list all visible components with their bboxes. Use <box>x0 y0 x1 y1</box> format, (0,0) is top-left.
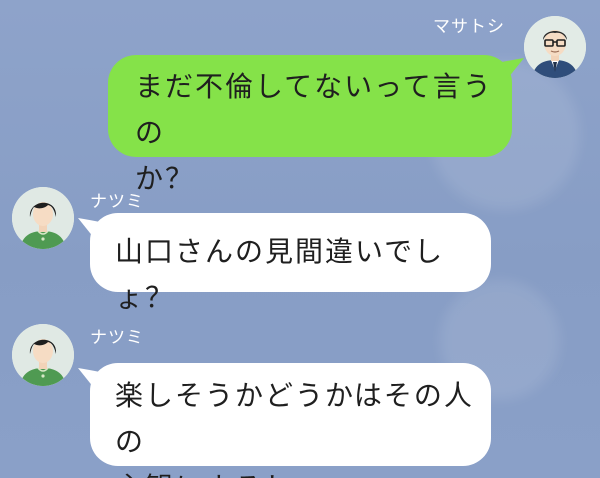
sender-name-masatoshi: マサトシ <box>433 17 505 37</box>
message-bubble-natsumi[interactable]: 山口さんの見間違いでしょ？ <box>90 213 491 314</box>
sender-name-natsumi: ナツミ <box>90 328 144 348</box>
woman-short-hair-avatar-icon <box>12 324 74 386</box>
avatar-masatoshi[interactable] <box>524 16 586 78</box>
message-bubble-natsumi[interactable]: 楽しそうかどうかはその人の 主観によるし <box>90 363 491 478</box>
message-bubble-masatoshi[interactable]: まだ不倫してないって言うの か？ <box>108 55 512 195</box>
avatar-natsumi[interactable] <box>12 187 74 249</box>
avatar-natsumi[interactable] <box>12 324 74 386</box>
bubble-tail <box>78 368 100 388</box>
woman-short-hair-avatar-icon <box>12 187 74 249</box>
sender-name-natsumi: ナツミ <box>90 192 144 212</box>
man-with-glasses-avatar-icon <box>524 16 586 78</box>
chat-screen: マサトシ まだ不倫してないって言うの か？ ナツミ 山口さんの見間違いでしょ？ … <box>0 0 600 478</box>
bubble-tail <box>78 218 100 238</box>
bubble-tail <box>502 58 524 78</box>
